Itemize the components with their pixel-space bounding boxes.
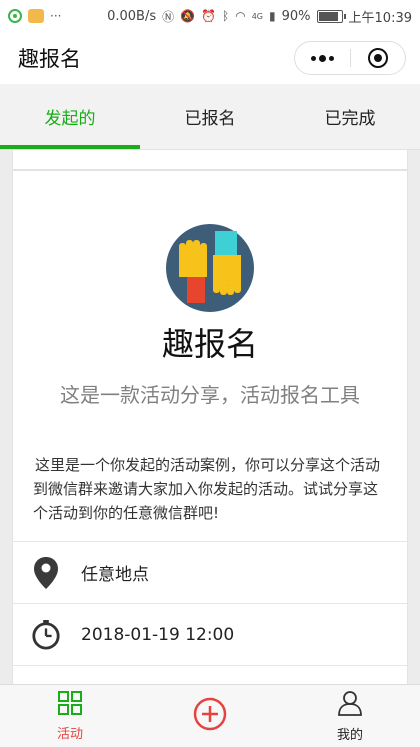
activity-subtitle: 这是一款活动分享，活动报名工具 — [60, 383, 360, 407]
grid-icon — [58, 690, 82, 719]
signal-icon: ▮ — [269, 9, 276, 23]
mute-icon: 🔕 — [180, 9, 196, 23]
close-miniprogram-button[interactable] — [351, 42, 406, 74]
location-row[interactable]: 任意地点 — [13, 541, 407, 603]
nav-activity-label: 活动 — [56, 726, 83, 742]
activity-title: 趣报名 — [161, 325, 258, 363]
title-bar: 趣报名 — [0, 32, 420, 84]
more-dots-icon — [310, 54, 334, 62]
status-bar: ··· 0.00B/s Ⓝ 🔕 ⏰ ᛒ ◠ 4G ▮ 90% 上午10:39 — [0, 0, 420, 32]
alarm-icon: ⏰ — [201, 9, 217, 23]
app-logo-icon — [165, 223, 255, 313]
more-status-icon: ··· — [50, 9, 62, 23]
nav-activity[interactable]: 活动 — [0, 685, 140, 747]
wechat-status-icon — [8, 9, 22, 23]
time-text: 2018-01-19 12:00 — [81, 624, 235, 645]
tab-initiated[interactable]: 发起的 — [0, 84, 140, 149]
battery-icon — [316, 9, 346, 23]
miniprogram-capsule — [294, 41, 406, 75]
clock: 上午10:39 — [348, 10, 412, 26]
target-icon — [367, 48, 388, 68]
bluetooth-icon: ᛒ — [222, 9, 230, 23]
tab-registered[interactable]: 已报名 — [140, 84, 280, 149]
clock-icon — [31, 618, 61, 652]
time-row[interactable]: 2018-01-19 12:00 — [13, 603, 407, 665]
nav-add-button[interactable] — [140, 685, 280, 747]
more-button[interactable] — [295, 42, 350, 74]
location-text: 任意地点 — [81, 565, 149, 585]
status-left: ··· — [8, 9, 61, 23]
status-right: 0.00B/s Ⓝ 🔕 ⏰ ᛒ ◠ 4G ▮ 90% 上午10:39 — [107, 7, 412, 26]
nav-mine[interactable]: 我的 — [280, 685, 420, 747]
page-title: 趣报名 — [18, 47, 81, 71]
bottom-nav: 活动 我的 — [0, 684, 420, 747]
network-speed: 0.00B/s — [107, 8, 157, 24]
network-4g-label: 4G — [251, 11, 264, 21]
tab-completed[interactable]: 已完成 — [280, 84, 420, 149]
next-row-edge — [13, 665, 407, 684]
activity-description: 这里是一个你发起的活动案例，你可以分享这个活动到微信群来邀请大家加入你发起的活动… — [33, 456, 381, 522]
activity-card[interactable]: 趣报名 这是一款活动分享，活动报名工具 这里是一个你发起的活动案例，你可以分享这… — [12, 170, 408, 684]
location-pin-icon — [31, 556, 61, 590]
add-circle-icon — [193, 697, 227, 735]
tab-bar: 发起的 已报名 已完成 — [0, 84, 420, 150]
wifi-icon: ◠ — [235, 9, 246, 23]
previous-card-edge — [12, 150, 408, 170]
user-icon — [337, 690, 363, 720]
nav-mine-label: 我的 — [336, 727, 363, 743]
battery-percent: 90% — [281, 8, 311, 24]
app-status-icon — [28, 9, 44, 23]
nfc-icon: Ⓝ — [162, 9, 175, 24]
activity-list[interactable]: 趣报名 这是一款活动分享，活动报名工具 这里是一个你发起的活动案例，你可以分享这… — [0, 150, 420, 684]
